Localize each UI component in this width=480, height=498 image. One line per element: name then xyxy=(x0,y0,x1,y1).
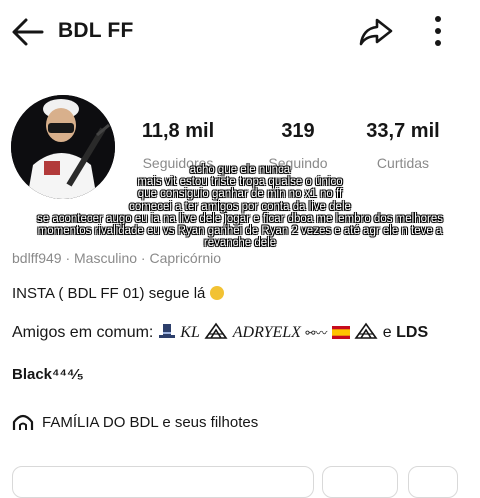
more-vertical-icon xyxy=(435,16,441,46)
profile-username: BDL FF xyxy=(58,19,134,42)
shy-face-emoji-icon xyxy=(209,286,224,300)
likes-count: 33,7 mil xyxy=(366,120,440,142)
spain-flag-icon xyxy=(331,326,350,344)
mutual-friends[interactable]: Amigos em comum: KL ADRYELX ⚯〰 e LDS xyxy=(12,322,428,345)
mutual-friend-2[interactable]: ADRYELX xyxy=(233,324,301,341)
share-icon xyxy=(359,18,393,46)
top-bar: BDL FF xyxy=(0,0,480,64)
family-label: FAMÍLIA DO BDL e seus filhotes xyxy=(42,413,259,431)
triangle-symbol-icon xyxy=(204,322,228,345)
arrow-left-icon xyxy=(12,18,44,46)
caption-line: mais vit estou triste tropa qualse o úni… xyxy=(137,176,343,189)
profile-meta: bdlff949 · Masculino · Capricórnio xyxy=(12,250,222,266)
caption-line: comecei a ter amigos por conta da live d… xyxy=(129,200,351,213)
following-count: 319 xyxy=(281,120,315,142)
profile-bio: INSTA ( BDL FF 01) segue lá xyxy=(12,285,224,302)
triangle-symbol-icon-2 xyxy=(354,322,378,345)
bio-text: INSTA ( BDL FF 01) segue lá xyxy=(12,285,206,302)
follow-button[interactable] xyxy=(12,466,314,498)
mutual-friend-3[interactable]: LDS xyxy=(396,324,428,341)
mutual-friend-1[interactable]: KL xyxy=(180,324,200,341)
family-link[interactable]: FAMÍLIA DO BDL e seus filhotes xyxy=(12,412,258,432)
back-button[interactable] xyxy=(8,14,48,50)
mutual-and: e xyxy=(382,324,392,341)
mutual-friends-label: Amigos em comum: xyxy=(12,324,154,341)
caption-line: que consiguio ganhar de min no x1 no ff xyxy=(137,188,343,201)
caption-line: momentos rivalidade eu vs Ryan ganhei de… xyxy=(37,225,443,238)
suggest-button[interactable] xyxy=(408,466,458,498)
family-house-icon xyxy=(12,414,34,430)
followers-count: 11,8 mil xyxy=(141,120,215,142)
chain-symbol-icon: ⚯〰 xyxy=(305,326,328,340)
caption-line: se acontecer augo eu ia na live dele jog… xyxy=(37,212,443,225)
caption-line: acho que ele nunca xyxy=(189,164,291,176)
message-button[interactable] xyxy=(322,466,398,498)
top-hat-icon xyxy=(158,322,176,345)
more-options-button[interactable] xyxy=(424,14,452,50)
caption-line: revanche dele xyxy=(203,237,277,250)
profile-badge: Black⁴⁴⁴⁄₅ xyxy=(12,366,84,383)
caption-overlay: acho que ele nunca mais vit estou triste… xyxy=(0,164,480,249)
share-button[interactable] xyxy=(356,14,396,50)
